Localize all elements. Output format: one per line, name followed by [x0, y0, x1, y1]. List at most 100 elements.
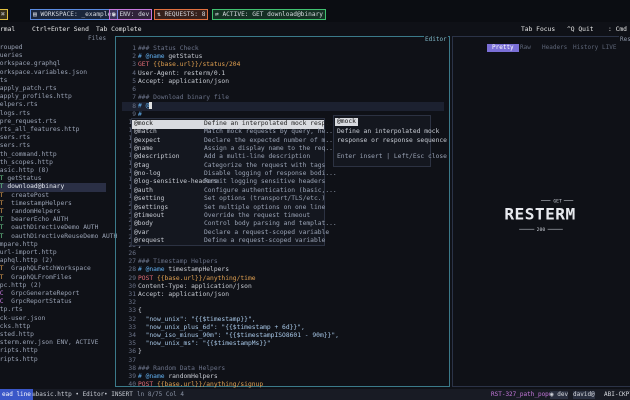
file-tree-item[interactable]: ttp.rts: [0, 306, 23, 314]
cmd-hint[interactable]: : Cmd: [608, 26, 627, 34]
file-tree-item[interactable]: cripts.http: [0, 356, 38, 364]
quit-hint[interactable]: ^Q Quit: [567, 26, 594, 34]
file-tree-label: GrpcGenerateReport: [3, 290, 80, 297]
file-tree-item[interactable]: _pre_request.rts: [0, 118, 57, 126]
editor-line[interactable]: 35 "now_unix_ms": "{{$timestampMs}}": [122, 340, 270, 348]
editor-line[interactable]: 31 Accept: application/json: [122, 291, 229, 299]
editor-line[interactable]: 3 GET {{base.url}}/status/204: [122, 61, 240, 69]
file-tree-item[interactable]: users.rts: [0, 142, 30, 150]
file-tree-item[interactable]: .apply_patch.rts: [0, 85, 57, 93]
editor-line[interactable]: 5 Accept: application/json: [122, 78, 229, 86]
code-token: {: [138, 307, 142, 315]
top-pill[interactable]: ⇅ REQUESTS: 8: [154, 9, 209, 20]
file-tree-item[interactable]: users.rts: [0, 134, 30, 142]
editor-line[interactable]: 37: [122, 357, 138, 365]
file-tree-item[interactable]: ET getStatus: [0, 175, 42, 183]
file-tree-label: timestampHelpers: [3, 199, 72, 207]
file-tree-item[interactable]: uth_command.http: [0, 151, 57, 159]
complete-hint[interactable]: Tab Complete: [96, 26, 142, 34]
file-tree-item[interactable]: _rts_all_features.http: [0, 126, 79, 134]
send-hint[interactable]: Ctrl+Enter Send: [32, 26, 89, 34]
files-panel: Files groupedqueriesworkspace.graphqlwor…: [0, 35, 117, 385]
editor-line[interactable]: 28 # @name timestampHelpers: [122, 266, 229, 274]
line-number: 4: [132, 69, 136, 77]
file-tree-item[interactable]: ET oauthDirectiveReuseDemo AUTH: [0, 233, 117, 241]
file-tree-item[interactable]: rts: [0, 77, 7, 85]
editor-line[interactable]: 1 ### Status Check: [122, 45, 198, 53]
editor-line[interactable]: 6: [122, 86, 138, 94]
file-tree-item[interactable]: ST randomHelpers: [0, 208, 60, 216]
file-tree-item[interactable]: ET bearerEcho AUTH: [0, 216, 68, 224]
top-pill[interactable]: ⌘: [0, 9, 8, 20]
editor-line[interactable]: 8 # @: [122, 102, 444, 111]
file-tree-item[interactable]: ST timestampHelpers: [0, 200, 72, 208]
file-tree-item[interactable]: grouped: [0, 44, 23, 52]
completion-popup[interactable]: @mock Define an interpolated mock resp...…: [131, 118, 337, 246]
editor-line[interactable]: 7 ### Download binary file: [122, 94, 229, 102]
line-number: 39: [128, 373, 136, 380]
response-tab[interactable]: LIVE: [602, 44, 616, 52]
editor-line[interactable]: 33 "now_unix_plus_6d": "{{$timestamp + 6…: [122, 324, 304, 332]
editor-line[interactable]: 4 User-Agent: resterm/0.1: [122, 70, 225, 78]
code-token: "now_unix": "{{$timestamp}}",: [138, 315, 256, 323]
file-tree-item[interactable]: workspace.variables.json: [0, 69, 87, 77]
file-tree-item[interactable]: cripts.http: [0, 347, 38, 355]
editor-line[interactable]: 2 # @name getStatus: [122, 53, 202, 61]
editor-line[interactable]: 33{: [122, 307, 142, 315]
file-tree-item[interactable]: curl-import.http: [0, 249, 57, 257]
file-tree-item[interactable]: ock-user.json: [0, 315, 45, 323]
line-number: 7: [132, 94, 136, 102]
file-tree-item[interactable]: rpc.http (2): [0, 282, 42, 290]
editor-line[interactable]: 29 POST {{base.url}}/anything/time: [122, 275, 255, 283]
file-tree-item[interactable]: ST createPost: [0, 192, 49, 200]
file-tree-item[interactable]: ST GraphQLFromFiles: [0, 274, 72, 282]
editor-line[interactable]: 32 "now_unix": "{{$timestamp}}",: [122, 315, 256, 324]
editor-line[interactable]: 36}: [122, 348, 141, 356]
completion-item[interactable]: @request Define a request-scoped variable: [132, 237, 325, 246]
response-tab[interactable]: Pretty: [487, 44, 519, 53]
file-tree-item[interactable]: ET oauthDirectiveDemo AUTH: [0, 224, 98, 232]
line-number: 32: [128, 299, 136, 307]
editor-line[interactable]: 38 ### Random Data Helpers: [122, 365, 225, 373]
code-token: #: [138, 110, 142, 118]
editor-line[interactable]: 39 # @name randomHelpers: [122, 373, 217, 381]
file-tree-item[interactable]: PC GrpcReportStatus: [0, 298, 72, 306]
file-tree-item[interactable]: PC GrpcGenerateReport: [0, 290, 79, 298]
file-tree-item[interactable]: ompare.http: [0, 241, 38, 249]
top-pill[interactable]: ▤ WORKSPACE: _examples: [30, 9, 118, 20]
file-tree-item[interactable]: ocks.http: [0, 323, 30, 331]
file-tree-item[interactable]: .apply_profiles.http: [0, 93, 72, 101]
file-tree-label: oauthDirectiveDemo AUTH: [3, 224, 99, 232]
file-tree-label: GrpcReportStatus: [3, 298, 72, 306]
response-tab[interactable]: Raw: [520, 44, 531, 52]
file-tree-item[interactable]: queries: [0, 52, 23, 60]
file-tree-item[interactable]: ET download@binary: [0, 183, 106, 192]
line-number: 5: [132, 77, 136, 85]
code-token: # @name: [138, 266, 165, 274]
text-cursor: [149, 102, 153, 110]
file-tree-item[interactable]: raphql.http (2): [0, 257, 53, 265]
file-tree-item[interactable]: ested.http: [0, 331, 34, 339]
editor-line[interactable]: 30 Content-Type: application/json: [122, 283, 251, 291]
file-tree-item[interactable]: esterm.env.json ENV, ACTIVE: [0, 339, 98, 347]
file-tree-item[interactable]: workspace.graphql: [0, 60, 60, 68]
code-token: ### Timestamp Helpers: [138, 258, 218, 266]
response-tab[interactable]: History: [573, 44, 598, 52]
status-env: ◉ dev: [550, 391, 569, 400]
file-tree-item[interactable]: .logs.rts: [0, 110, 30, 118]
editor-line[interactable]: 32: [122, 299, 138, 307]
editor-line[interactable]: 26: [122, 250, 138, 258]
top-pill[interactable]: ◉ ENV: dev: [109, 9, 153, 20]
file-tree-item[interactable]: basic.http (8): [0, 167, 49, 175]
file-tree-item[interactable]: helpers.rts: [0, 101, 38, 109]
file-tree-item[interactable]: ST GraphQLFetchWorkspace: [0, 265, 91, 273]
status-file[interactable]: ≡basic.http • Editor: [32, 391, 104, 399]
file-tree-item[interactable]: uth_scopes.http: [0, 159, 53, 167]
editor-line[interactable]: 27 ### Timestamp Helpers: [122, 258, 218, 266]
code-token: timestampHelpers: [164, 266, 229, 274]
file-tree-label: grouped: [0, 44, 23, 51]
response-tab[interactable]: Headers: [542, 44, 567, 52]
top-pill[interactable]: ⇄ ACTIVE: GET download@binary: [212, 9, 327, 20]
editor-line[interactable]: 34 "now_iso_minus_90m": "{{$timestampISO…: [122, 332, 339, 340]
focus-hint[interactable]: Tab Focus: [521, 26, 555, 34]
